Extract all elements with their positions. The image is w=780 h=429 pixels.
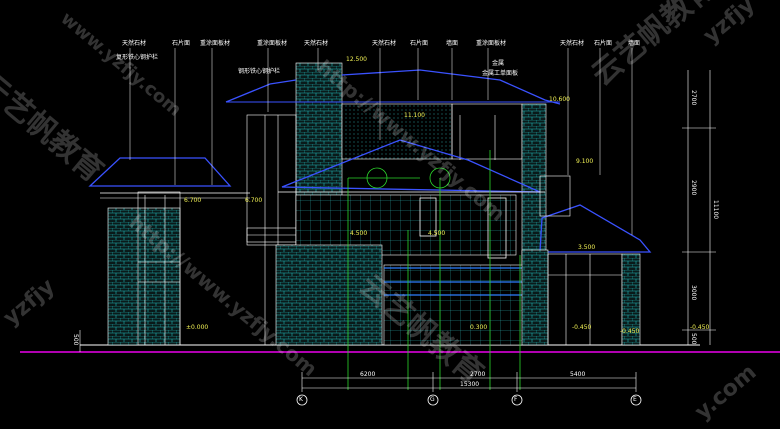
axis-label: G: [430, 396, 435, 403]
material-label: 石片面: [172, 40, 191, 47]
material-label: 天然石材: [372, 40, 397, 47]
dimension-text: 6200: [360, 371, 376, 378]
dimension-text: 2900: [690, 180, 697, 196]
cad-elevation-drawing: 天然石材 石片面 重涂面板材 重涂面板材 天然石材 天然石材 石片面 墙面 重涂…: [0, 0, 780, 429]
elevation-mark: 3.500: [578, 244, 596, 251]
axis-label: K: [299, 396, 303, 403]
elevation-mark: 6.700: [245, 197, 263, 204]
material-label: 石片面: [410, 40, 429, 47]
dimension-text: 3000: [690, 285, 697, 301]
material-label: 重涂面板材: [476, 40, 507, 47]
axis-label: E: [633, 396, 637, 403]
elevation-mark: 11.100: [404, 112, 425, 119]
elevation-mark: -0.450: [572, 324, 592, 331]
material-label: 金属工单面板: [482, 70, 519, 77]
material-label: 重涂面板材: [200, 40, 231, 47]
material-label: 金属: [492, 60, 505, 67]
material-label: 钢形铁心钢护栏: [238, 68, 281, 75]
material-label: 墙面: [446, 40, 459, 47]
dimension-text: 2700: [690, 90, 697, 106]
dimension-text: 5400: [570, 371, 586, 378]
elevation-mark: 9.100: [576, 158, 594, 165]
right-dimensions: [682, 70, 716, 345]
elevation-mark: ±0.000: [186, 324, 209, 331]
dimension-text: 500: [690, 333, 697, 345]
elevation-mark: 12.500: [346, 56, 367, 63]
material-label: 重涂面板材: [257, 40, 288, 47]
material-label: 天然石材: [304, 40, 329, 47]
dimension-text: 500: [72, 334, 79, 346]
dimension-text: 11100: [712, 200, 719, 220]
elevation-mark: 4.500: [428, 230, 446, 237]
elevation-mark: 6.700: [184, 197, 202, 204]
axis-bubbles: [296, 394, 642, 406]
elevation-mark: -0.450: [620, 328, 640, 335]
material-label: 天然石材: [560, 40, 585, 47]
elevation-mark: 4.500: [350, 230, 368, 237]
axis-label: F: [514, 396, 518, 403]
elevation-mark: 10.600: [549, 96, 570, 103]
elevation-mark: 0.300: [470, 324, 488, 331]
material-label: 天然石材: [122, 40, 147, 47]
elevation-mark: -0.450: [690, 324, 710, 331]
